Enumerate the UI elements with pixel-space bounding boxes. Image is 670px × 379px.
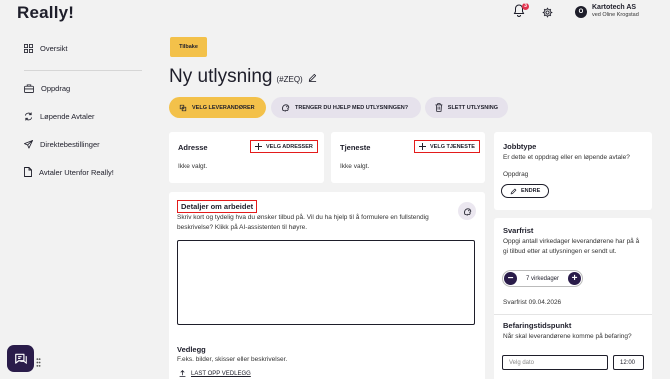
- upload-attachment-label: LAST OPP VEDLEGG: [191, 370, 251, 377]
- sidebar-divider: [24, 70, 142, 71]
- ai-assistant-button[interactable]: [458, 202, 476, 220]
- upload-attachment-button[interactable]: LAST OPP VEDLEGG: [179, 370, 251, 377]
- briefcase-icon: [24, 84, 34, 93]
- sidebar: Oversikt Oppdrag Løpende Avtaler Direkte…: [0, 0, 160, 379]
- edit-title-button[interactable]: [308, 69, 317, 87]
- address-card: Adresse VELG ADRESSER Ikke valgt.: [169, 132, 324, 183]
- sidebar-item-label: Oppdrag: [41, 84, 71, 93]
- change-label: ENDRE: [521, 188, 541, 194]
- refresh-icon: [24, 112, 33, 121]
- details-title: Detaljer om arbeidet: [177, 200, 258, 213]
- sidebar-item-label: Avtaler Utenfor Really!: [39, 167, 114, 177]
- choose-service-label: VELG TJENESTE: [430, 143, 475, 150]
- service-title: Tjeneste: [340, 143, 371, 152]
- increase-button[interactable]: +: [568, 272, 581, 285]
- job-type-card: Jobbtype Er dette et oppdrag eller en lø…: [494, 132, 652, 210]
- choose-address-label: VELG ADRESSER: [266, 143, 313, 150]
- chat-icon: [14, 353, 27, 364]
- change-job-type-button[interactable]: ENDRE: [501, 184, 550, 198]
- sidebar-item-label: Løpende Avtaler: [40, 112, 95, 121]
- job-type-title: Jobbtype: [503, 142, 537, 151]
- deadline-card: Svarfrist Oppgi antall virkedager levera…: [494, 218, 652, 379]
- plus-icon: [255, 143, 262, 150]
- account-user: ved Oline Krogstad: [592, 11, 639, 18]
- address-title: Adresse: [178, 143, 208, 152]
- account-menu[interactable]: O Kartotech AS ved Oline Krogstad: [575, 3, 639, 18]
- notifications-button[interactable]: 3: [513, 3, 529, 22]
- inspection-title: Befaringstidspunkt: [503, 321, 572, 330]
- avatar: O: [575, 6, 587, 18]
- pencil-icon: [510, 188, 517, 194]
- details-description: Skriv kort og tydelig hva du ønsker tilb…: [177, 214, 429, 231]
- address-value: Ikke valgt.: [178, 163, 208, 170]
- deadline-stepper: − 7 virkedager +: [502, 270, 583, 287]
- sidebar-item-oppdrag[interactable]: Oppdrag: [24, 84, 70, 93]
- sidebar-item-oversikt[interactable]: Oversikt: [24, 44, 68, 53]
- choose-suppliers-label: VELG LEVERANDØRER: [192, 104, 255, 111]
- attachments-title: Vedlegg: [177, 345, 206, 354]
- inspection-date-input[interactable]: Velg dato: [502, 355, 608, 370]
- choose-service-button[interactable]: VELG TJENESTE: [414, 140, 480, 153]
- inspection-description: Når skal leverandørene komme på befaring…: [503, 333, 632, 340]
- sidebar-item-label: Direktebestillinger: [40, 140, 100, 149]
- sidebar-item-label: Oversikt: [40, 44, 68, 53]
- job-type-value: Oppdrag: [503, 171, 529, 178]
- service-card: Tjeneste VELG TJENESTE Ikke valgt.: [331, 132, 485, 183]
- inspection-time-input[interactable]: 12:00: [613, 355, 644, 370]
- inspection-time-value: 12:00: [620, 359, 636, 366]
- sidebar-item-avtaler-utenfor[interactable]: Avtaler Utenfor Really!: [24, 167, 114, 177]
- drag-dots-icon: [36, 358, 41, 367]
- page-header: Ny utlysning (#ZEQ): [169, 66, 317, 88]
- deadline-title: Svarfrist: [503, 226, 534, 235]
- job-type-question: Er dette et oppdrag eller en løpende avt…: [503, 154, 630, 161]
- attachments-description: F.eks. bilder, skisser eller beskrivelse…: [177, 356, 288, 363]
- ai-assistant-icon: [282, 104, 290, 112]
- select-suppliers-icon: [179, 104, 187, 111]
- need-help-label: TRENGER DU HJELP MED UTLYSNINGEN?: [295, 104, 409, 111]
- pencil-icon: [308, 73, 316, 82]
- chat-button[interactable]: [7, 345, 34, 372]
- details-textarea[interactable]: [177, 240, 475, 325]
- details-card: Detaljer om arbeidet Skriv kort og tydel…: [169, 192, 485, 379]
- delete-label: SLETT UTLYSNING: [447, 104, 498, 111]
- deadline-description: Oppgi antall virkedager leverandørene ha…: [503, 238, 640, 255]
- deadline-value: 7 virkedager: [525, 275, 560, 282]
- decrease-button[interactable]: −: [504, 272, 517, 285]
- drag-handle[interactable]: [36, 354, 41, 372]
- back-button[interactable]: Tilbake: [170, 37, 207, 57]
- trash-icon: [435, 103, 443, 112]
- account-company: Kartotech AS: [592, 3, 637, 11]
- choose-address-button[interactable]: VELG ADRESSER: [250, 140, 318, 153]
- service-value: Ikke valgt.: [340, 163, 370, 170]
- settings-button[interactable]: [542, 5, 553, 23]
- sidebar-item-lopende-avtaler[interactable]: Løpende Avtaler: [24, 112, 95, 121]
- gear-icon: [542, 7, 553, 18]
- send-icon: [24, 140, 33, 149]
- divider: [494, 314, 652, 315]
- need-help-button[interactable]: TRENGER DU HJELP MED UTLYSNINGEN?: [271, 97, 421, 118]
- deadline-date: Svarfrist 09.04.2026: [503, 299, 562, 306]
- ai-assistant-icon: [463, 207, 471, 216]
- sidebar-item-direktebestillinger[interactable]: Direktebestillinger: [24, 140, 100, 149]
- page-id: (#ZEQ): [276, 75, 303, 84]
- choose-suppliers-button[interactable]: VELG LEVERANDØRER: [169, 97, 266, 118]
- upload-icon: [179, 370, 186, 377]
- inspection-date-placeholder: Velg dato: [509, 359, 535, 366]
- document-icon: [24, 167, 32, 177]
- plus-icon: [419, 143, 426, 150]
- page-title: Ny utlysning: [169, 66, 273, 87]
- grid-icon: [24, 44, 33, 53]
- delete-button[interactable]: SLETT UTLYSNING: [425, 97, 508, 118]
- notification-badge: 3: [522, 3, 529, 10]
